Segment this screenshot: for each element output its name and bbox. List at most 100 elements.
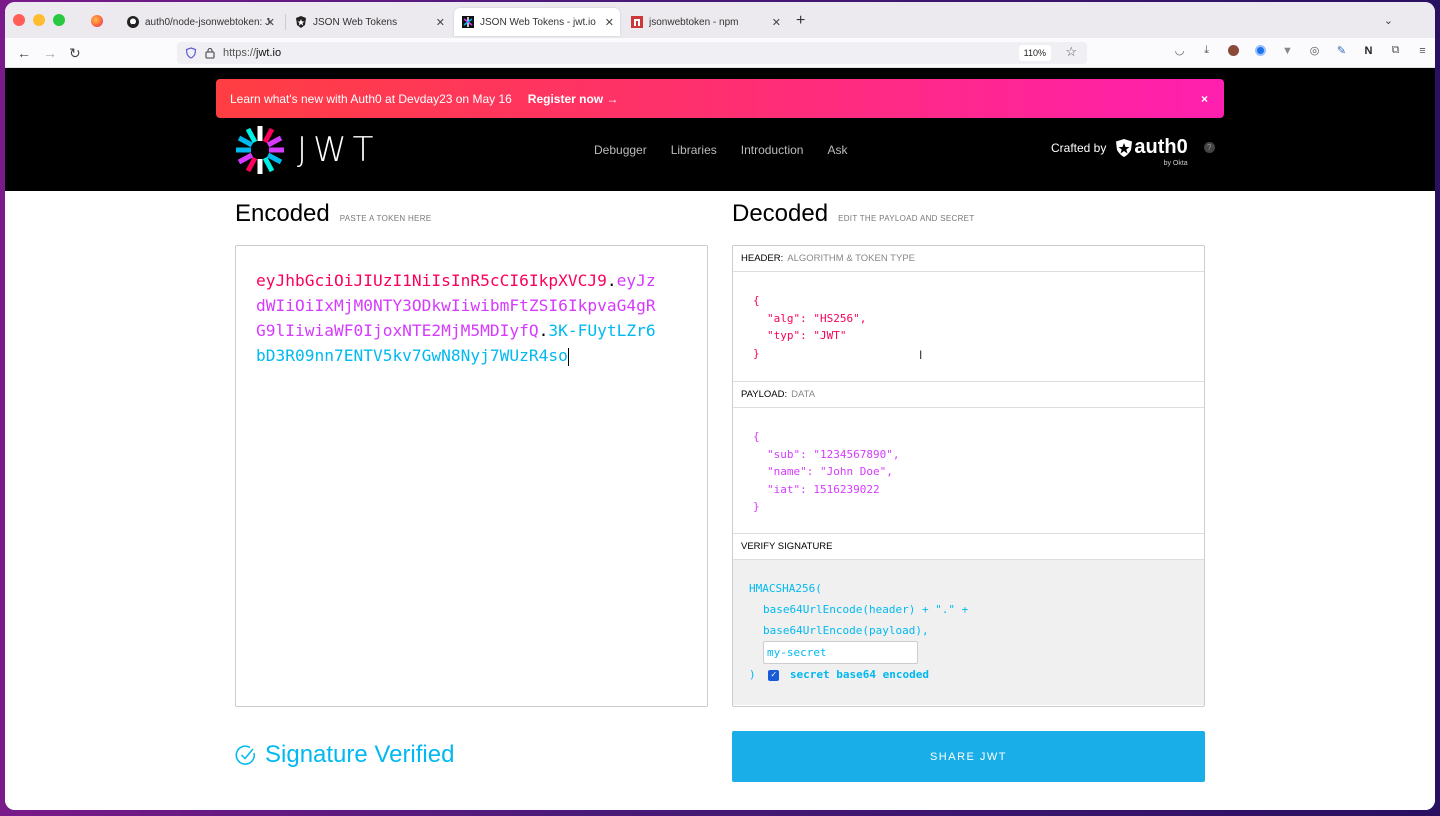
- json-brace-open: {: [753, 430, 760, 443]
- minimize-window-button[interactable]: [33, 14, 45, 26]
- json-line-sub: "sub": "1234567890",: [767, 447, 900, 461]
- url-prefix: https://: [223, 47, 257, 59]
- navigation-bar: ← → ↻ https://jwt.io 110% ☆ ◡ ⤓ ▼ ◎ ✎ N …: [5, 38, 1435, 68]
- header-section-title: HEADER: ALGORITHM & TOKEN TYPE: [733, 246, 1204, 272]
- tab-title: auth0/node-jsonwebtoken: Json: [145, 16, 271, 28]
- tab-title: jsonwebtoken - npm: [649, 16, 739, 28]
- json-line-alg: "alg": "HS256",: [767, 311, 867, 325]
- register-now-link[interactable]: Register now →: [528, 92, 619, 106]
- verify-signature-label: VERIFY SIGNATURE: [741, 541, 833, 552]
- encoded-subtitle: PASTE A TOKEN HERE: [339, 214, 432, 223]
- reload-button[interactable]: ↻: [69, 45, 81, 62]
- hmac-function-open: HMACSHA256(: [749, 582, 822, 595]
- nav-debugger[interactable]: Debugger: [594, 143, 647, 157]
- by-okta-label: by Okta: [1163, 160, 1188, 167]
- close-tab-icon[interactable]: ✕: [772, 16, 781, 29]
- verify-signature-body: HMACSHA256( base64UrlEncode(header) + ".…: [733, 560, 1204, 705]
- json-line-typ: "typ": "JWT": [767, 329, 847, 342]
- window-controls: [13, 14, 65, 26]
- nav-introduction[interactable]: Introduction: [741, 143, 804, 157]
- share-jwt-button[interactable]: SHARE JWT: [732, 731, 1205, 782]
- browser-window: auth0/node-jsonwebtoken: Json ✕ JSON Web…: [5, 2, 1435, 810]
- pocket-icon[interactable]: ◡: [1173, 44, 1186, 57]
- extensions-icon[interactable]: ⧉: [1389, 44, 1402, 57]
- tab-title: JSON Web Tokens - jwt.io: [480, 16, 596, 28]
- jwt-wordmark: JWT: [297, 130, 380, 170]
- shield-icon[interactable]: [185, 47, 197, 59]
- url-host: jwt.io: [256, 47, 282, 59]
- back-button[interactable]: ←: [17, 45, 31, 61]
- encoded-title: Encoded: [235, 200, 330, 227]
- zoom-level-badge[interactable]: 110%: [1018, 45, 1051, 61]
- tab-json-web-tokens[interactable]: JSON Web Tokens ✕: [287, 8, 451, 36]
- check-circle-icon: [235, 745, 256, 765]
- address-bar[interactable]: https://jwt.io 110% ☆: [177, 42, 1087, 64]
- encoded-token-text[interactable]: eyJhbGciOiJIUzI1NiIsInR5cCI6IkpXVCJ9.eyJ…: [256, 268, 656, 368]
- color-picker-icon[interactable]: ✎: [1335, 44, 1348, 57]
- signature-verified-text: Signature Verified: [265, 741, 455, 768]
- payload-label: PAYLOAD:: [741, 389, 788, 400]
- token-dot: .: [606, 271, 617, 290]
- auth0-brand: auth0: [1134, 136, 1188, 158]
- payload-json-editor[interactable]: { "sub": "1234567890", "name": "John Doe…: [733, 408, 1204, 534]
- payload-sublabel: DATA: [791, 389, 816, 400]
- close-banner-button[interactable]: ×: [1201, 92, 1208, 106]
- auth0-logo[interactable]: auth0 by Okta: [1114, 136, 1188, 167]
- json-brace-close: }: [753, 346, 760, 360]
- tab-jwt-io[interactable]: JSON Web Tokens - jwt.io ✕: [454, 8, 620, 36]
- signature-verified-status: Signature Verified: [235, 741, 454, 769]
- close-tab-icon[interactable]: ✕: [266, 16, 275, 29]
- download-icon[interactable]: ⤓: [1200, 44, 1213, 57]
- verify-signature-title: VERIFY SIGNATURE: [733, 534, 1204, 560]
- profile-avatar-icon[interactable]: [1227, 44, 1240, 57]
- encoded-heading: Encoded PASTE A TOKEN HERE: [235, 200, 431, 228]
- nav-libraries[interactable]: Libraries: [671, 143, 717, 157]
- auth0-shield-icon: [295, 16, 307, 28]
- hmac-payload-line: base64UrlEncode(payload),: [763, 624, 929, 637]
- new-tab-button[interactable]: +: [796, 12, 805, 30]
- menu-icon[interactable]: ≡: [1416, 44, 1429, 57]
- close-tab-icon[interactable]: ✕: [436, 16, 445, 29]
- github-icon: [127, 16, 139, 28]
- secret-base64-checkbox[interactable]: ✓: [768, 669, 780, 681]
- toolbar-icons: ◡ ⤓ ▼ ◎ ✎ N ⧉ ≡: [1173, 44, 1429, 57]
- decoded-heading: Decoded EDIT THE PAYLOAD AND SECRET: [732, 200, 975, 228]
- hmac-function-close: ): [749, 668, 756, 681]
- vue-devtools-icon[interactable]: ▼: [1281, 44, 1294, 57]
- tab-github[interactable]: auth0/node-jsonwebtoken: Json ✕: [119, 8, 281, 36]
- jwt-logo[interactable]: JWT: [235, 125, 379, 175]
- help-icon[interactable]: ?: [1203, 142, 1215, 153]
- json-line-name: "name": "John Doe",: [767, 465, 893, 478]
- firefox-icon[interactable]: [91, 15, 103, 27]
- text-caret: [567, 347, 569, 366]
- 1password-icon[interactable]: [1254, 44, 1267, 57]
- json-brace-open: {: [753, 294, 760, 307]
- url-text[interactable]: https://jwt.io: [223, 47, 281, 59]
- close-window-button[interactable]: [13, 14, 25, 26]
- site-header: Learn what's new with Auth0 at Devday23 …: [5, 68, 1435, 191]
- json-line-iat: "iat": 1516239022: [767, 482, 880, 496]
- notion-icon[interactable]: N: [1362, 44, 1375, 57]
- bookmark-star-icon[interactable]: ☆: [1065, 44, 1077, 60]
- maximize-window-button[interactable]: [53, 14, 65, 26]
- crafted-by: Crafted by auth0 by Okta ?: [1051, 136, 1215, 167]
- sync-extension-icon[interactable]: ◎: [1308, 44, 1321, 57]
- chevron-down-icon[interactable]: ⌄: [1384, 14, 1393, 27]
- text-cursor-icon: I: [919, 348, 923, 362]
- jwt-logo-icon: [236, 126, 284, 174]
- forward-button[interactable]: →: [43, 45, 57, 61]
- secret-base64-label[interactable]: secret base64 encoded: [790, 668, 929, 681]
- encoded-token-input[interactable]: eyJhbGciOiJIUzI1NiIsInR5cCI6IkpXVCJ9.eyJ…: [235, 245, 708, 707]
- header-json-editor[interactable]: { "alg": "HS256", "typ": "JWT" }: [733, 272, 1204, 382]
- decoded-panel: HEADER: ALGORITHM & TOKEN TYPE { "alg": …: [732, 245, 1205, 707]
- secret-input[interactable]: [763, 641, 918, 664]
- hmac-header-line: base64UrlEncode(header) + "." +: [763, 603, 969, 616]
- nav-ask[interactable]: Ask: [827, 143, 847, 157]
- close-tab-icon[interactable]: ✕: [605, 16, 614, 29]
- tab-strip: auth0/node-jsonwebtoken: Json ✕ JSON Web…: [5, 2, 1435, 38]
- lock-icon[interactable]: [205, 47, 215, 59]
- tab-npm[interactable]: jsonwebtoken - npm ✕: [623, 8, 787, 36]
- header-label: HEADER:: [741, 253, 784, 264]
- npm-icon: [631, 16, 643, 28]
- main-nav: Debugger Libraries Introduction Ask: [594, 143, 847, 157]
